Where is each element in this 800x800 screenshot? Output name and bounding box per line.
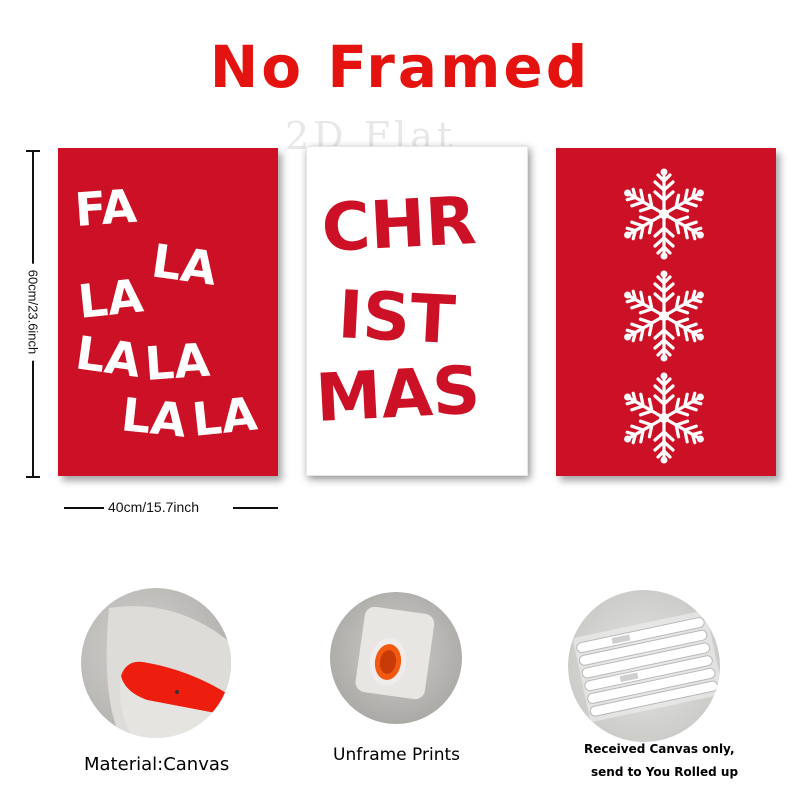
snowflake-print [556, 148, 776, 476]
material-caption: Material:Canvas [84, 754, 230, 775]
height-dimension-tick-bottom [26, 476, 40, 478]
word-chr: CHR [320, 182, 478, 267]
word-la-1: LA [148, 233, 220, 296]
received-caption-line-1: Received Canvas only, [584, 742, 735, 756]
width-dimension-label: 40cm/15.7inch [108, 499, 200, 515]
fa-la-la-print: FA LA LA LA LA LA LA [58, 148, 278, 476]
snowflake-icon [624, 169, 704, 260]
snowflake-icon [624, 373, 704, 464]
word-la-4: LA [143, 333, 212, 391]
christmas-artwork: CHR IST MAS [314, 182, 482, 437]
word-la-2: LA [76, 268, 147, 329]
height-dimension-tick-top [26, 150, 40, 152]
fa-la-la-artwork: FA LA LA LA LA LA LA [72, 179, 261, 448]
christmas-print: CHR IST MAS [306, 146, 528, 476]
word-fa: FA [73, 179, 139, 237]
headline-title: No Framed [209, 33, 591, 101]
received-caption-line-2: send to You Rolled up [591, 765, 739, 779]
height-dimension-label: 60cm/23.6inch [25, 263, 41, 361]
rolled-print-photo [330, 592, 462, 724]
word-mas: MAS [314, 351, 482, 436]
word-ist: IST [336, 276, 457, 359]
snowflake-artwork [556, 148, 776, 476]
snowflake-icon [624, 271, 704, 362]
unframe-caption: Unframe Prints [333, 745, 460, 765]
word-la-3: LA [72, 325, 144, 388]
word-la-6: LA [190, 386, 261, 447]
word-la-5: LA [119, 387, 190, 448]
width-dimension-line-right [233, 507, 278, 509]
canvas-material-photo [81, 588, 231, 738]
rolled-tubes-photo [568, 590, 720, 742]
width-dimension-line-left [64, 507, 104, 509]
